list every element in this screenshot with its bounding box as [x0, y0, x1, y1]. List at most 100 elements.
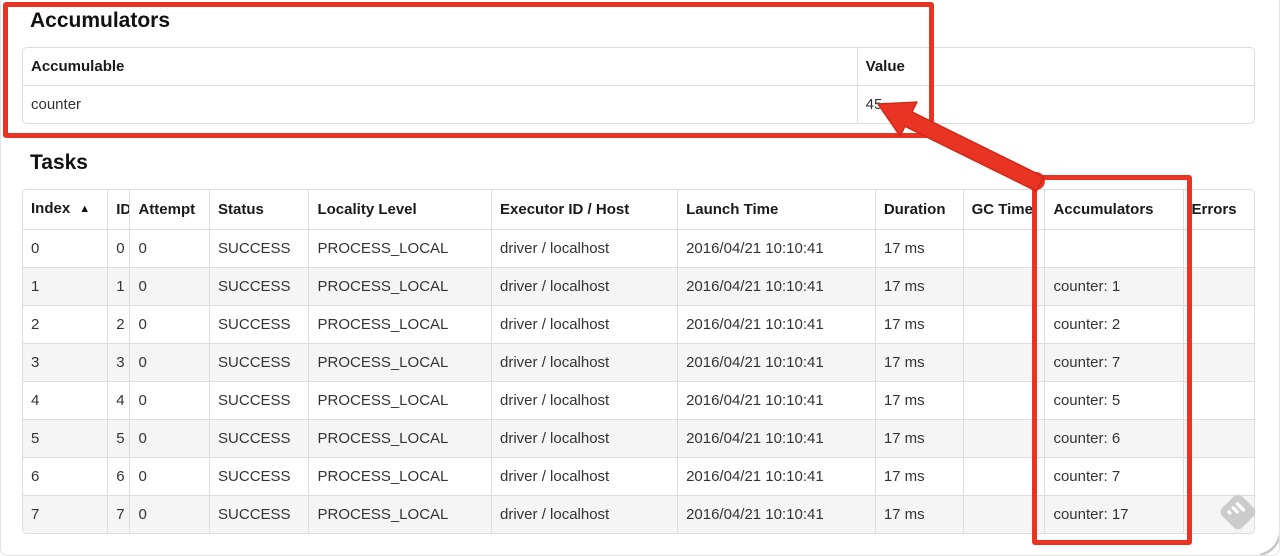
accumulators-column-header[interactable]: Accumulators — [1044, 190, 1183, 230]
task-executor-cell: driver / localhost — [491, 381, 678, 419]
task-locality-cell: PROCESS_LOCAL — [308, 457, 492, 495]
task-duration-cell: 17 ms — [874, 495, 963, 533]
task-executor-cell: driver / localhost — [491, 305, 678, 343]
accumulators-table-body: counter 45 — [23, 86, 1254, 123]
task-executor-cell: driver / localhost — [491, 419, 678, 457]
task-attempt-cell: 0 — [129, 343, 210, 381]
task-duration-cell: 17 ms — [874, 419, 963, 457]
task-id-cell: 0 — [107, 230, 129, 267]
accumulable-column-header: Accumulable — [23, 48, 857, 86]
task-executor-cell: driver / localhost — [491, 343, 678, 381]
accumulators-table: Accumulable Value counter 45 — [22, 47, 1255, 124]
accumulators-header-row: Accumulable Value — [23, 48, 1254, 86]
task-attempt-cell: 0 — [129, 230, 209, 267]
task-index-cell: 3 — [23, 343, 108, 381]
task-executor-cell: driver / localhost — [491, 267, 678, 305]
task-index-cell: 1 — [23, 267, 108, 305]
task-launch-time-cell: 2016/04/21 10:10:41 — [677, 305, 875, 343]
task-locality-cell: PROCESS_LOCAL — [308, 495, 492, 533]
task-row: 6 6 0 SUCCESS PROCESS_LOCAL driver / loc… — [23, 457, 1254, 495]
sort-ascending-icon: ▲ — [79, 203, 91, 215]
task-launch-time-cell: 2016/04/21 10:10:41 — [677, 495, 875, 533]
tasks-table-body: 0 0 0 SUCCESS PROCESS_LOCAL driver / loc… — [23, 230, 1254, 533]
task-id-cell: 3 — [107, 343, 130, 381]
task-gc-time-cell — [962, 343, 1045, 381]
task-index-cell: 0 — [31, 240, 40, 257]
task-launch-time-cell: 2016/04/21 10:10:41 — [677, 381, 875, 419]
task-status-cell: SUCCESS — [209, 343, 309, 381]
task-accumulators-cell: counter: 6 — [1044, 419, 1183, 457]
task-id-cell: 6 — [107, 457, 130, 495]
accumulable-value-cell: 45 — [856, 86, 1254, 123]
task-attempt-cell: 0 — [129, 267, 210, 305]
task-locality-cell: PROCESS_LOCAL — [308, 267, 492, 305]
attempt-column-header[interactable]: Attempt — [129, 190, 210, 230]
id-column-header[interactable]: ID — [107, 190, 130, 230]
index-header-label: Index — [31, 200, 71, 217]
task-gc-time-cell — [962, 381, 1045, 419]
task-errors-cell — [1182, 267, 1254, 305]
task-attempt-cell: 0 — [129, 495, 210, 533]
task-errors-cell — [1182, 495, 1254, 533]
task-gc-time-cell — [962, 305, 1045, 343]
index-column-header[interactable]: Index ▲ — [23, 190, 108, 230]
task-index-cell: 5 — [23, 419, 108, 457]
accumulable-name-cell: counter — [31, 96, 82, 113]
task-duration-cell: 17 ms — [874, 305, 963, 343]
task-row: 5 5 0 SUCCESS PROCESS_LOCAL driver / loc… — [23, 419, 1254, 457]
task-accumulators-cell: counter: 17 — [1044, 495, 1183, 533]
task-errors-cell — [1182, 419, 1254, 457]
task-id-cell: 7 — [107, 495, 130, 533]
task-locality-cell: PROCESS_LOCAL — [308, 419, 492, 457]
task-accumulators-cell — [1044, 230, 1182, 267]
status-column-header[interactable]: Status — [209, 190, 309, 230]
task-id-cell: 5 — [107, 419, 130, 457]
launch-time-column-header[interactable]: Launch Time — [677, 190, 875, 230]
duration-column-header[interactable]: Duration — [874, 190, 963, 230]
locality-level-column-header[interactable]: Locality Level — [308, 190, 492, 230]
task-row: 3 3 0 SUCCESS PROCESS_LOCAL driver / loc… — [23, 343, 1254, 381]
task-id-cell: 1 — [107, 267, 130, 305]
tasks-table: Index▲ ID Attempt Status Locality Level … — [22, 189, 1255, 534]
task-gc-time-cell — [962, 419, 1045, 457]
task-gc-time-cell — [962, 457, 1045, 495]
task-id-cell: 2 — [107, 305, 130, 343]
task-attempt-cell: 0 — [129, 305, 210, 343]
task-row: 7 7 0 SUCCESS PROCESS_LOCAL driver / loc… — [23, 495, 1254, 533]
task-index-cell: 6 — [23, 457, 108, 495]
executor-id-host-column-header[interactable]: Executor ID / Host — [491, 190, 678, 230]
task-launch-time-cell: 2016/04/21 10:10:41 — [677, 230, 875, 267]
task-duration-cell: 17 ms — [874, 230, 963, 267]
task-errors-cell — [1182, 305, 1254, 343]
task-index-cell: 4 — [23, 381, 108, 419]
task-row: 0 0 0 SUCCESS PROCESS_LOCAL driver / loc… — [23, 230, 1254, 267]
task-errors-cell — [1182, 230, 1254, 267]
accumulators-section-title: Accumulators — [30, 9, 171, 32]
errors-column-header[interactable]: Errors — [1182, 190, 1254, 230]
task-accumulators-cell: counter: 5 — [1044, 381, 1183, 419]
task-attempt-cell: 0 — [129, 381, 210, 419]
task-locality-cell: PROCESS_LOCAL — [308, 381, 492, 419]
task-index-cell: 7 — [23, 495, 108, 533]
task-gc-time-cell — [962, 267, 1045, 305]
value-column-header: Value — [856, 48, 1254, 86]
task-gc-time-cell — [962, 230, 1045, 267]
task-index-cell: 2 — [23, 305, 108, 343]
task-launch-time-cell: 2016/04/21 10:10:41 — [677, 457, 875, 495]
task-status-cell: SUCCESS — [209, 381, 309, 419]
task-status-cell: SUCCESS — [209, 305, 309, 343]
task-errors-cell — [1182, 381, 1254, 419]
task-accumulators-cell: counter: 2 — [1044, 305, 1183, 343]
task-errors-cell — [1182, 457, 1254, 495]
task-duration-cell: 17 ms — [874, 381, 963, 419]
task-locality-cell: PROCESS_LOCAL — [308, 343, 492, 381]
accumulator-row: counter 45 — [23, 86, 1254, 123]
task-launch-time-cell: 2016/04/21 10:10:41 — [677, 419, 875, 457]
task-status-cell: SUCCESS — [209, 419, 309, 457]
task-launch-time-cell: 2016/04/21 10:10:41 — [677, 267, 875, 305]
gc-time-column-header[interactable]: GC Time — [962, 190, 1045, 230]
tasks-section-title: Tasks — [30, 151, 88, 174]
task-status-cell: SUCCESS — [209, 230, 308, 267]
task-accumulators-cell: counter: 1 — [1044, 267, 1183, 305]
task-locality-cell: PROCESS_LOCAL — [308, 230, 491, 267]
